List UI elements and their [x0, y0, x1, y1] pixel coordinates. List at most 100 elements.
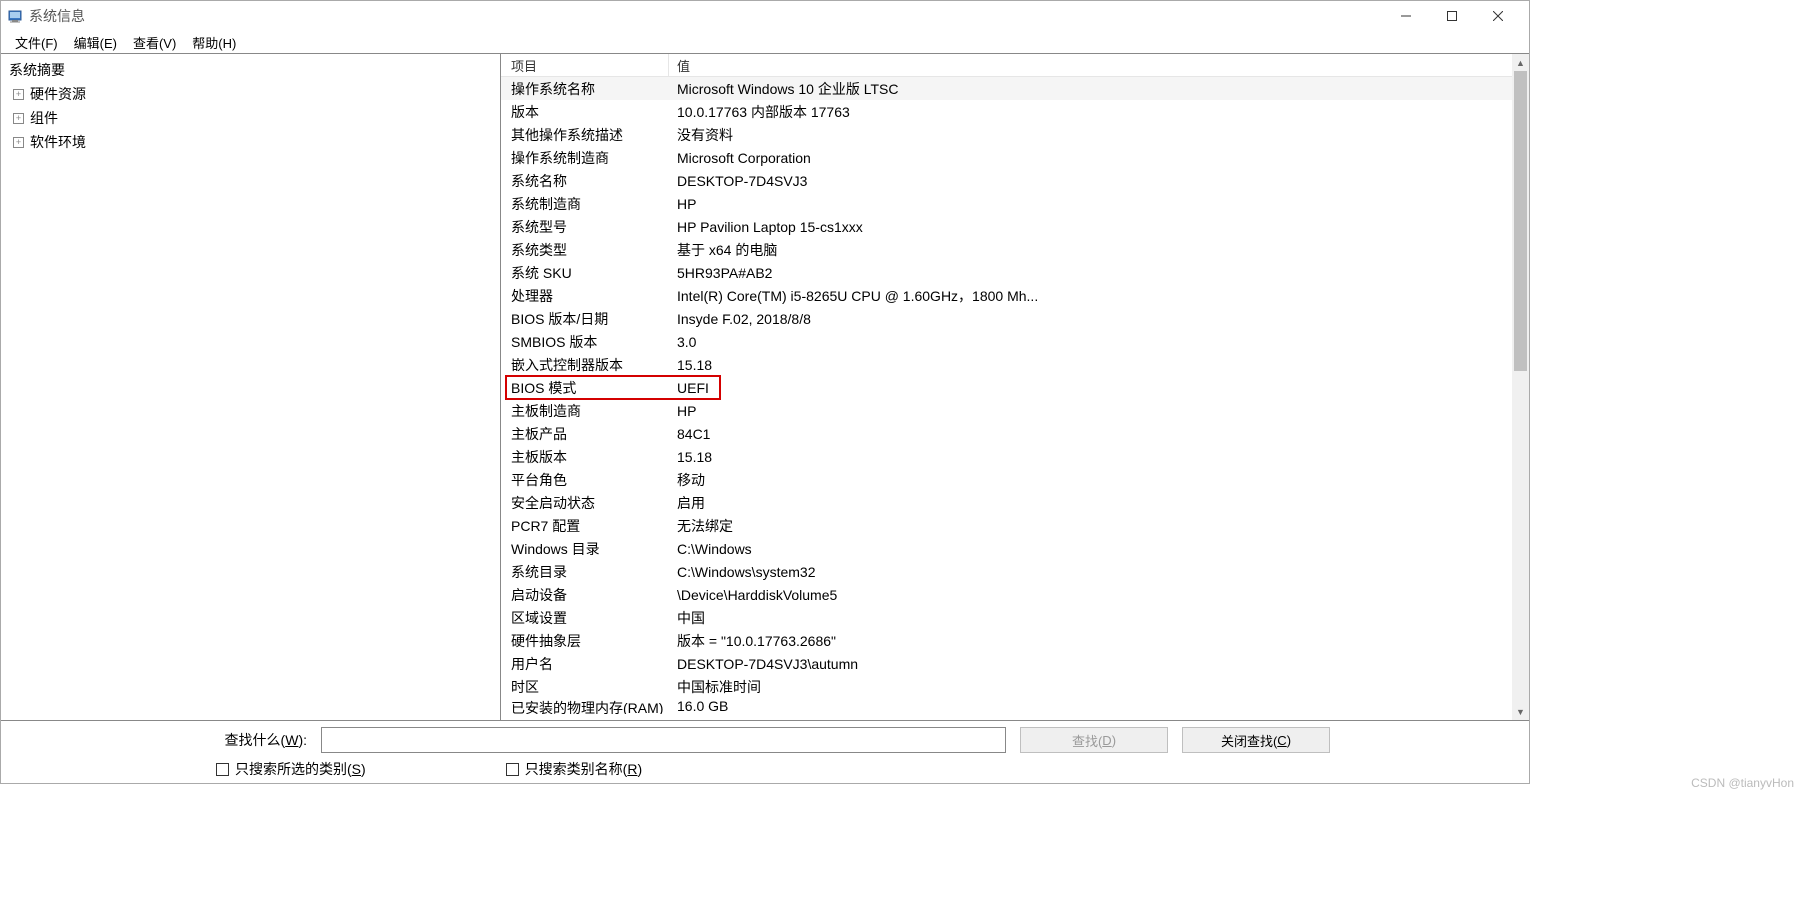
menu-help[interactable]: 帮助(H) [184, 31, 244, 54]
tree-item[interactable]: + 硬件资源 [9, 82, 492, 106]
tree-item[interactable]: + 组件 [9, 106, 492, 130]
details-row[interactable]: 系统名称DESKTOP-7D4SVJ3 [501, 169, 1512, 192]
tree-root-system-summary[interactable]: 系统摘要 [9, 58, 492, 82]
close-button[interactable] [1475, 1, 1521, 31]
row-value: 3.0 [669, 334, 1512, 350]
details-row[interactable]: BIOS 模式UEFI [501, 376, 1512, 399]
details-row[interactable]: Windows 目录C:\Windows [501, 537, 1512, 560]
details-row[interactable]: 区域设置中国 [501, 606, 1512, 629]
details-row[interactable]: 系统 SKU5HR93PA#AB2 [501, 261, 1512, 284]
row-item: 主板产品 [501, 424, 669, 444]
row-item: 操作系统制造商 [501, 148, 669, 168]
row-item: 操作系统名称 [501, 79, 669, 99]
details-row[interactable]: 时区中国标准时间 [501, 675, 1512, 698]
window-title: 系统信息 [29, 6, 85, 26]
details-row[interactable]: 处理器Intel(R) Core(TM) i5-8265U CPU @ 1.60… [501, 284, 1512, 307]
details-row[interactable]: 操作系统名称Microsoft Windows 10 企业版 LTSC [501, 77, 1512, 100]
row-value: 5HR93PA#AB2 [669, 265, 1512, 281]
row-value: DESKTOP-7D4SVJ3 [669, 173, 1512, 189]
vertical-scrollbar[interactable]: ▲ ▼ [1512, 54, 1529, 720]
row-item: 系统目录 [501, 562, 669, 582]
row-value: HP [669, 403, 1512, 419]
checkbox-box[interactable] [216, 763, 229, 776]
header-item[interactable]: 项目 [501, 54, 669, 76]
details-row[interactable]: 硬件抽象层版本 = "10.0.17763.2686" [501, 629, 1512, 652]
row-item: 已安装的物理内存(RAM) [501, 698, 669, 714]
details-row[interactable]: SMBIOS 版本3.0 [501, 330, 1512, 353]
search-category-names-checkbox[interactable]: 只搜索类别名称(R) [506, 759, 642, 779]
category-tree[interactable]: 系统摘要 + 硬件资源 + 组件 + 软件环境 [1, 54, 501, 720]
search-selected-category-checkbox[interactable]: 只搜索所选的类别(S) [216, 759, 366, 779]
row-value: 移动 [669, 470, 1512, 490]
row-value: 15.18 [669, 357, 1512, 373]
minimize-button[interactable] [1383, 1, 1429, 31]
row-item: 系统类型 [501, 240, 669, 260]
close-find-button[interactable]: 关闭查找(C) [1182, 727, 1330, 753]
details-row[interactable]: 操作系统制造商Microsoft Corporation [501, 146, 1512, 169]
row-item: 系统制造商 [501, 194, 669, 214]
row-value: 没有资料 [669, 125, 1512, 145]
row-item: 系统 SKU [501, 263, 669, 283]
scroll-up-arrow[interactable]: ▲ [1512, 54, 1529, 71]
tree-expander-icon[interactable]: + [13, 113, 24, 124]
row-value: 84C1 [669, 426, 1512, 442]
details-row[interactable]: 主板制造商HP [501, 399, 1512, 422]
row-item: 嵌入式控制器版本 [501, 355, 669, 375]
row-item: 系统型号 [501, 217, 669, 237]
row-value: HP [669, 196, 1512, 212]
row-value: 启用 [669, 493, 1512, 513]
details-row[interactable]: 系统制造商HP [501, 192, 1512, 215]
details-row[interactable]: 启动设备\Device\HarddiskVolume5 [501, 583, 1512, 606]
scroll-thumb[interactable] [1514, 71, 1527, 371]
tree-item-label: 硬件资源 [30, 84, 86, 104]
row-item: 区域设置 [501, 608, 669, 628]
search-input[interactable] [321, 727, 1006, 753]
details-row[interactable]: 用户名DESKTOP-7D4SVJ3\autumn [501, 652, 1512, 675]
app-icon [7, 8, 23, 24]
row-value: Microsoft Corporation [669, 150, 1512, 166]
row-item: 安全启动状态 [501, 493, 669, 513]
details-row[interactable]: 主板版本15.18 [501, 445, 1512, 468]
row-value: Intel(R) Core(TM) i5-8265U CPU @ 1.60GHz… [669, 286, 1512, 306]
menu-view[interactable]: 查看(V) [125, 31, 184, 54]
maximize-button[interactable] [1429, 1, 1475, 31]
row-value: C:\Windows\system32 [669, 564, 1512, 580]
row-value: 无法绑定 [669, 516, 1512, 536]
tree-expander-icon[interactable]: + [13, 89, 24, 100]
details-row[interactable]: 其他操作系统描述没有资料 [501, 123, 1512, 146]
row-item: 处理器 [501, 286, 669, 306]
details-row[interactable]: BIOS 版本/日期Insyde F.02, 2018/8/8 [501, 307, 1512, 330]
details-row[interactable]: 安全启动状态启用 [501, 491, 1512, 514]
details-row[interactable]: 系统型号HP Pavilion Laptop 15-cs1xxx [501, 215, 1512, 238]
row-value: 基于 x64 的电脑 [669, 240, 1512, 260]
details-row[interactable]: 系统类型基于 x64 的电脑 [501, 238, 1512, 261]
tree-item-label: 软件环境 [30, 132, 86, 152]
row-item: 系统名称 [501, 171, 669, 191]
checkbox-box[interactable] [506, 763, 519, 776]
row-item: 时区 [501, 677, 669, 697]
find-button[interactable]: 查找(D) [1020, 727, 1168, 753]
details-row[interactable]: 平台角色移动 [501, 468, 1512, 491]
tree-item[interactable]: + 软件环境 [9, 130, 492, 154]
details-row[interactable]: 嵌入式控制器版本15.18 [501, 353, 1512, 376]
details-row[interactable]: PCR7 配置无法绑定 [501, 514, 1512, 537]
watermark: CSDN @tianyvHon [1691, 776, 1794, 790]
row-item: 平台角色 [501, 470, 669, 490]
menu-file[interactable]: 文件(F) [7, 31, 66, 54]
details-row[interactable]: 已安装的物理内存(RAM)16.0 GB [501, 698, 1512, 714]
details-row[interactable]: 版本10.0.17763 内部版本 17763 [501, 100, 1512, 123]
row-item: 启动设备 [501, 585, 669, 605]
scroll-down-arrow[interactable]: ▼ [1512, 703, 1529, 720]
row-item: 主板制造商 [501, 401, 669, 421]
tree-expander-icon[interactable]: + [13, 137, 24, 148]
row-item: BIOS 版本/日期 [501, 309, 669, 329]
details-row[interactable]: 主板产品84C1 [501, 422, 1512, 445]
tree-item-label: 组件 [30, 108, 58, 128]
row-value: C:\Windows [669, 541, 1512, 557]
details-row[interactable]: 系统目录C:\Windows\system32 [501, 560, 1512, 583]
row-item: 主板版本 [501, 447, 669, 467]
header-value[interactable]: 值 [669, 54, 1512, 76]
row-item: 硬件抽象层 [501, 631, 669, 651]
menu-edit[interactable]: 编辑(E) [66, 31, 125, 54]
row-value: 10.0.17763 内部版本 17763 [669, 102, 1512, 122]
